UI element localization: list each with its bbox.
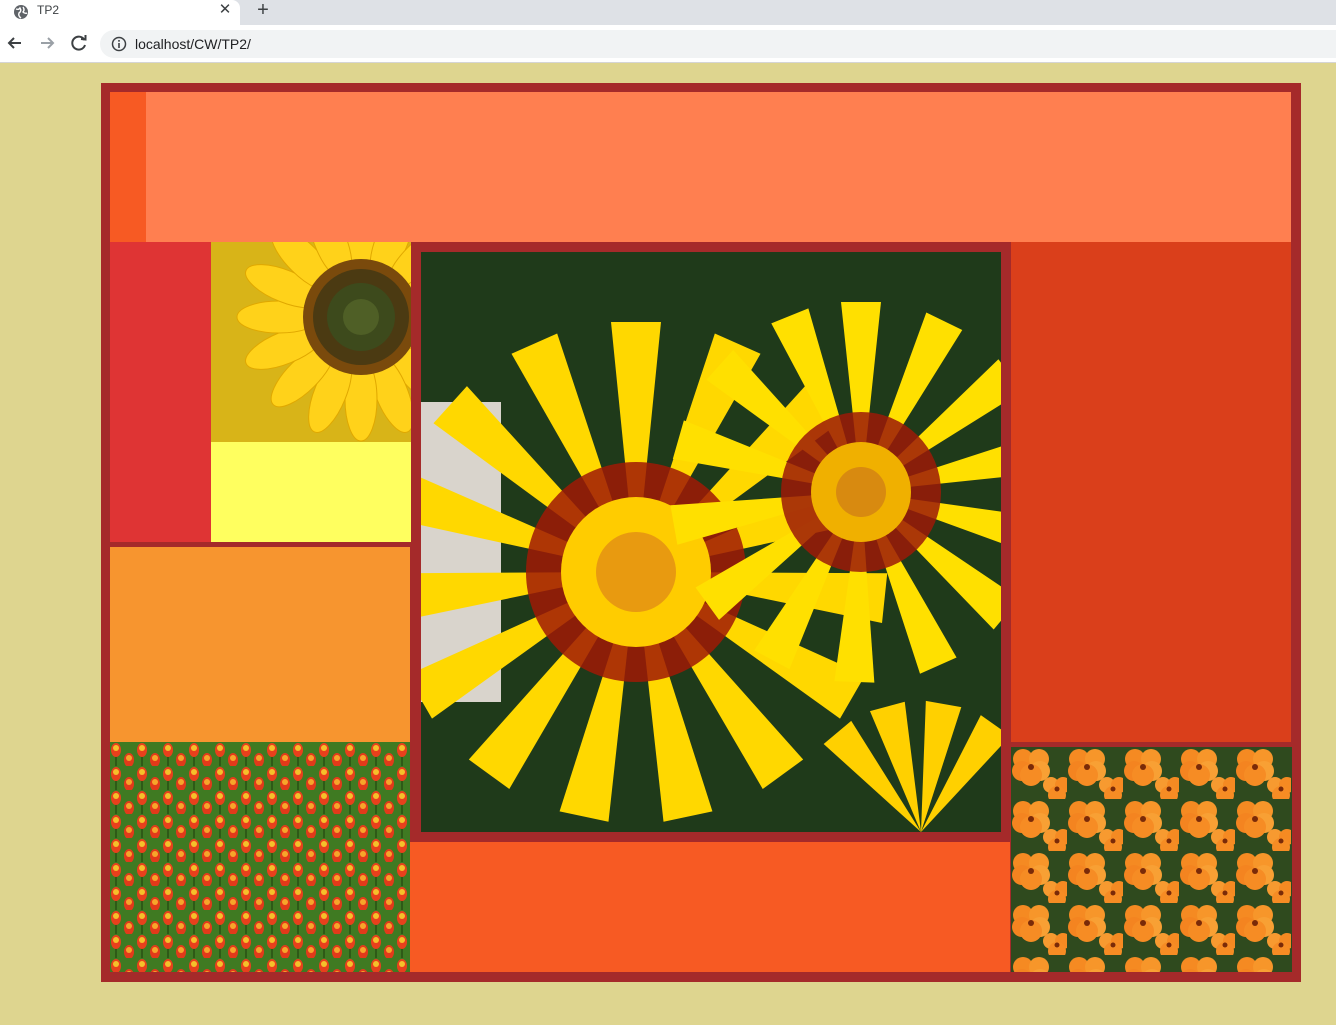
back-arrow-icon[interactable] xyxy=(5,33,25,53)
tab-title: TP2 xyxy=(37,3,60,17)
bottom-center-block xyxy=(410,842,1010,972)
header-block xyxy=(110,92,1291,242)
mosaic-frame xyxy=(101,83,1301,982)
reload-icon[interactable] xyxy=(69,33,89,53)
yellow-block xyxy=(211,442,411,542)
gazania-flowers-image xyxy=(421,252,1001,832)
info-icon[interactable] xyxy=(111,36,127,52)
browser-toolbar: localhost/CW/TP2/ xyxy=(0,25,1336,63)
tab-bar: TP2 ✕ + xyxy=(0,0,1336,25)
left-red-block xyxy=(110,242,211,542)
orange-pansies-image xyxy=(1011,747,1292,972)
browser-tab[interactable]: TP2 ✕ xyxy=(0,0,240,25)
header-accent-strip xyxy=(110,92,146,242)
orange-block xyxy=(110,547,410,742)
globe-icon xyxy=(14,5,28,19)
right-block xyxy=(1011,242,1291,742)
address-bar[interactable]: localhost/CW/TP2/ xyxy=(100,30,1336,58)
sunflower-image xyxy=(211,242,411,442)
forward-arrow-icon[interactable] xyxy=(37,33,57,53)
tulip-field-image xyxy=(110,742,410,972)
close-icon[interactable]: ✕ xyxy=(216,1,234,19)
url-text: localhost/CW/TP2/ xyxy=(135,36,251,52)
plus-icon[interactable]: + xyxy=(253,0,273,20)
